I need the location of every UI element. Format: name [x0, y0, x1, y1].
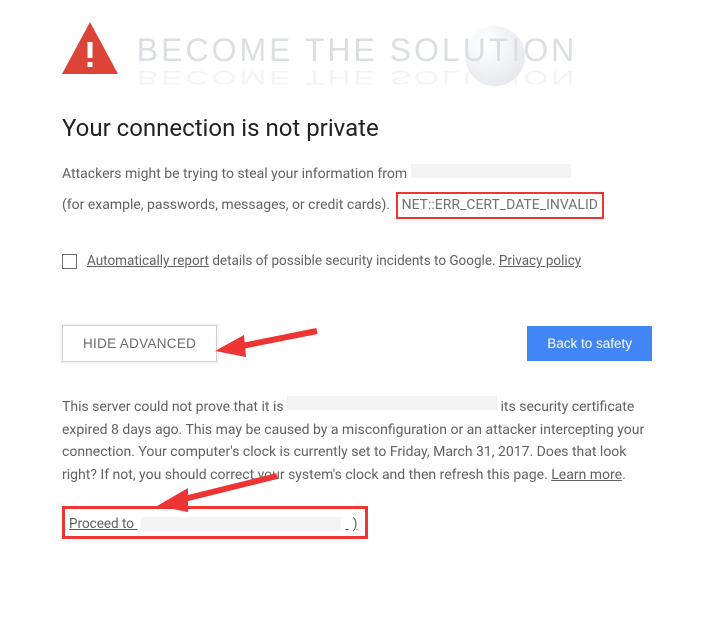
warning-description: Attackers might be trying to steal your … — [62, 164, 652, 186]
desc-examples: (for example, passwords, messages, or cr… — [62, 197, 390, 213]
auto-report-label: Automatically report details of possible… — [87, 253, 581, 269]
desc-prefix: Attackers might be trying to steal your … — [62, 166, 411, 182]
page-title: Your connection is not private — [62, 114, 652, 142]
action-button-row: HIDE ADVANCED Back to safety — [62, 325, 652, 362]
warning-icon-row — [62, 22, 652, 78]
auto-report-row: Automatically report details of possible… — [62, 253, 652, 269]
redacted-server-name — [287, 396, 497, 410]
annotation-arrow-icon — [212, 321, 322, 363]
explain-part-a: This server could not prove that it is — [62, 399, 287, 415]
redacted-proceed-domain — [141, 517, 341, 531]
auto-report-underlined: Automatically report — [87, 253, 209, 269]
redacted-domain — [411, 164, 571, 178]
hide-advanced-button[interactable]: HIDE ADVANCED — [62, 325, 217, 362]
advanced-explanation: This server could not prove that it is i… — [62, 396, 652, 486]
auto-report-checkbox[interactable] — [62, 254, 77, 269]
warning-triangle-icon — [62, 22, 118, 74]
back-to-safety-button[interactable]: Back to safety — [527, 326, 652, 361]
learn-more-link[interactable]: Learn more — [551, 467, 622, 483]
privacy-policy-link[interactable]: Privacy policy — [499, 253, 581, 269]
proceed-label: Proceed to — [69, 516, 134, 532]
error-code-highlight: NET::ERR_CERT_DATE_INVALID — [396, 192, 604, 220]
proceed-highlight-box: Proceed to ) — [62, 506, 368, 539]
auto-report-rest: details of possible security incidents t… — [209, 253, 499, 269]
error-code: NET::ERR_CERT_DATE_INVALID — [402, 197, 598, 213]
proceed-tail: ) — [353, 516, 358, 532]
warning-description-line2: (for example, passwords, messages, or cr… — [62, 192, 652, 220]
proceed-link[interactable]: Proceed to ) — [69, 516, 357, 532]
